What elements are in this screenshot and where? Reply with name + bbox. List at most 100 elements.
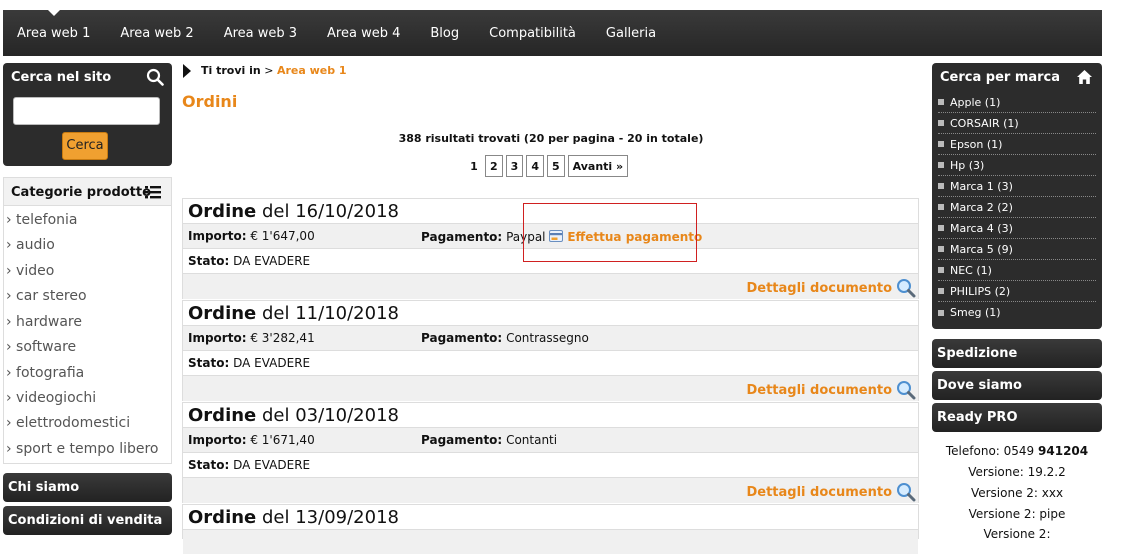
breadcrumb-separator: > [264,64,274,77]
results-count: 388 risultati trovati (20 per pagina - 2… [398,132,704,145]
chi-siamo-button[interactable]: Chi siamo [3,473,172,502]
amount-label: Importo: [188,331,247,345]
top-navigation: Area web 1 Area web 2 Area web 3 Area we… [3,10,1102,56]
brand-marca-4[interactable]: Marca 4 (3) [938,218,1096,239]
brand-apple[interactable]: Apple (1) [938,92,1096,113]
dove-siamo-button[interactable]: Dove siamo [932,371,1102,400]
category-car-stereo[interactable]: › car stereo [6,288,87,304]
category-video[interactable]: › video [6,263,54,279]
brands-title: Cerca per marca [940,70,1061,85]
page-2-link[interactable]: 2 [485,155,503,177]
payment-card-icon[interactable] [549,229,564,243]
dettagli-documento-link[interactable]: Dettagli documento [746,380,916,400]
payment-method: Contrassegno [506,331,589,345]
magnifier-icon [897,279,916,298]
page-1-current: 1 [466,155,482,177]
active-indicator [48,10,60,16]
order-details-row: Dettagli documento [183,273,918,299]
breadcrumb-label: Ti trovi in [201,64,261,77]
status-label: Stato: [188,356,230,370]
pagination: 1 2 3 4 5 Avanti » [466,155,631,177]
home-icon[interactable] [1076,69,1093,85]
dettagli-documento-link[interactable]: Dettagli documento [746,278,916,298]
order-title: Ordine del 11/10/2018 [188,303,399,324]
order-card: Ordine del 11/10/2018 Importo: € 3'282,4… [182,300,919,401]
brand-marca-2[interactable]: Marca 2 (2) [938,197,1096,218]
category-software[interactable]: › software [6,339,76,355]
order-card: Ordine del 13/09/2018 [182,504,919,554]
next-page-button[interactable]: Avanti » [567,155,629,177]
nav-area-web-1[interactable]: Area web 1 [17,26,90,41]
payment-label: Pagamento: [421,433,503,447]
list-icon[interactable] [145,185,161,199]
order-status: DA EVADERE [233,254,311,268]
order-amount: € 1'671,40 [250,433,315,447]
ready-pro-button[interactable]: Ready PRO [932,403,1102,432]
category-videogiochi[interactable]: › videogiochi [6,390,96,406]
order-status-row: Stato: DA EVADERE [183,350,918,375]
breadcrumb: Ti trovi in > Area web 1 [183,64,347,78]
categories-title: Categorie prodotto [11,185,152,200]
spedizione-button[interactable]: Spedizione [932,339,1102,368]
nav-blog[interactable]: Blog [430,26,459,41]
brand-epson[interactable]: Epson (1) [938,134,1096,155]
payment-label: Pagamento: [421,331,503,345]
order-amount-row: Importo: € 3'282,41 Pagamento: Contrasse… [183,325,918,350]
nav-area-web-4[interactable]: Area web 4 [327,26,400,41]
order-title: Ordine del 13/09/2018 [188,507,399,528]
brands-panel: Cerca per marca Apple (1) CORSAIR (1) Ep… [932,63,1102,329]
category-sport[interactable]: › sport e tempo libero [6,441,159,457]
search-icon[interactable] [146,68,164,86]
nav-galleria[interactable]: Galleria [606,26,656,41]
brand-hp[interactable]: Hp (3) [938,155,1096,176]
category-telefonia[interactable]: › telefonia [6,212,78,228]
effettua-pagamento-link[interactable]: Effettua pagamento [567,230,702,244]
category-fotografia[interactable]: › fotografia [6,365,84,381]
search-button[interactable]: Cerca [62,132,108,160]
payment-label: Pagamento: [421,230,503,244]
brand-philips[interactable]: PHILIPS (2) [938,281,1096,302]
version-line: Versione 2: xxx [970,486,1064,500]
phone-info: Telefono: 0549 941204 [945,444,1089,458]
nav-area-web-3[interactable]: Area web 3 [224,26,297,41]
dettagli-documento-link[interactable]: Dettagli documento [746,482,916,502]
search-panel-title: Cerca nel sito [11,70,112,85]
page-3-link[interactable]: 3 [505,155,524,177]
payment-method: Contanti [506,433,558,447]
breadcrumb-arrow-icon [183,64,191,78]
amount-label: Importo: [188,229,247,243]
categories-panel: Categorie prodotto › telefonia › audio ›… [3,177,172,464]
order-details-row: Dettagli documento [183,477,918,503]
magnifier-icon [897,483,916,502]
brand-marca-5[interactable]: Marca 5 (9) [938,239,1096,260]
nav-compatibilita[interactable]: Compatibilità [489,26,576,41]
order-status-row: Stato: DA EVADERE [183,248,918,273]
payment-method: Paypal [506,230,546,244]
categories-header: Categorie prodotto [4,178,171,206]
page-5-link[interactable]: 5 [546,155,565,177]
brand-smeg[interactable]: Smeg (1) [938,302,1096,323]
order-status: DA EVADERE [233,458,311,472]
brand-corsair[interactable]: CORSAIR (1) [938,113,1096,134]
brand-nec[interactable]: NEC (1) [938,260,1096,281]
category-hardware[interactable]: › hardware [6,314,82,330]
order-status: DA EVADERE [233,356,311,370]
order-amount: € 1'647,00 [250,229,315,243]
order-amount-row: Importo: € 1'647,00 Pagamento: Paypal Ef… [183,223,918,248]
category-elettrodomestici[interactable]: › elettrodomestici [6,415,130,431]
condizioni-vendita-button[interactable]: Condizioni di vendita [3,506,172,535]
order-amount-row: Importo: € 1'671,40 Pagamento: Contanti [183,427,918,452]
brand-marca-1[interactable]: Marca 1 (3) [938,176,1096,197]
nav-area-web-2[interactable]: Area web 2 [120,26,193,41]
order-card: Ordine del 16/10/2018 Importo: € 1'647,0… [182,198,919,299]
version-line: Versione 2: pipe [968,507,1066,521]
category-audio[interactable]: › audio [6,237,55,253]
breadcrumb-current[interactable]: Area web 1 [277,64,347,77]
search-input[interactable] [13,97,160,125]
status-label: Stato: [188,254,230,268]
magnifier-icon [897,381,916,400]
page-title: Ordini [182,92,238,111]
page-4-link[interactable]: 4 [526,155,544,177]
order-card: Ordine del 03/10/2018 Importo: € 1'671,4… [182,402,919,503]
order-title: Ordine del 03/10/2018 [188,405,399,426]
